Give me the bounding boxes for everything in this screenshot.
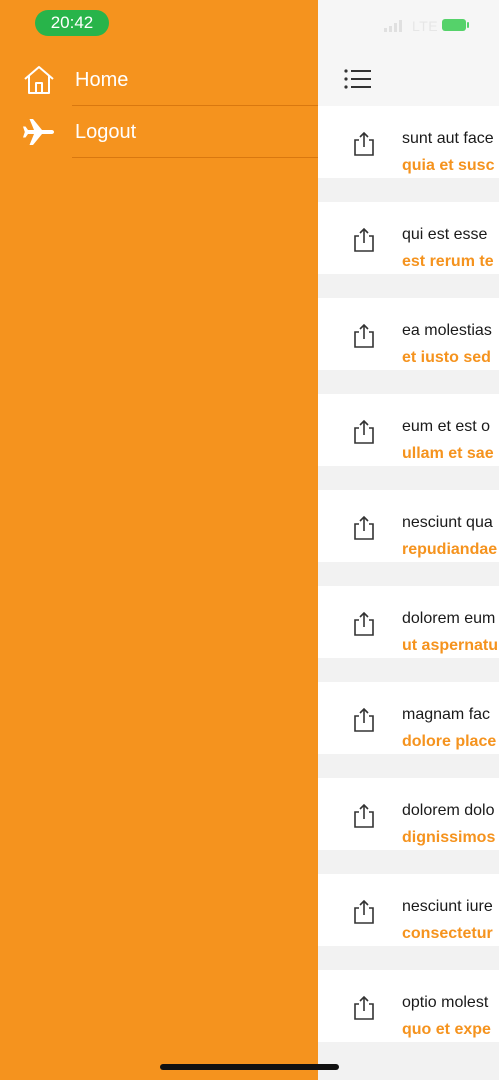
post-subtitle: dignissimos (402, 829, 496, 846)
post-subtitle: ullam et sae (402, 445, 494, 462)
post-title: sunt aut face (402, 130, 494, 147)
post-subtitle: consectetur (402, 925, 493, 942)
list-item[interactable]: sunt aut face quia et susc (318, 106, 499, 178)
battery-icon (442, 19, 469, 31)
post-title: optio molest (402, 994, 489, 1011)
post-subtitle: repudiandae (402, 541, 498, 558)
share-icon[interactable] (352, 227, 376, 253)
share-icon[interactable] (352, 995, 376, 1021)
post-subtitle: quia et susc (402, 157, 495, 174)
share-icon[interactable] (352, 803, 376, 829)
home-icon (24, 66, 54, 94)
signal-icon (384, 20, 402, 32)
airplane-icon (23, 119, 54, 145)
header (318, 40, 499, 106)
status-time: 20:42 (35, 10, 109, 36)
list-item[interactable]: ea molestias et iusto sed (318, 298, 499, 370)
post-title: eum et est o (402, 418, 491, 435)
post-list: sunt aut face quia et susc qui est esse … (318, 106, 499, 1066)
drawer-item-logout[interactable]: Logout (0, 106, 318, 158)
drawer-item-label: Home (75, 69, 129, 91)
list-item[interactable]: dolorem dolo dignissimos (318, 778, 499, 850)
list-item[interactable]: eum et est o ullam et sae (318, 394, 499, 466)
share-icon[interactable] (352, 323, 376, 349)
post-title: nesciunt iure (402, 898, 493, 915)
divider (72, 157, 318, 158)
home-indicator[interactable] (160, 1064, 339, 1070)
drawer-item-home[interactable]: Home (0, 54, 318, 106)
post-subtitle: dolore place (402, 733, 497, 750)
post-subtitle: quo et expe (402, 1021, 491, 1038)
list-item[interactable]: nesciunt qua repudiandae (318, 490, 499, 562)
list-item[interactable]: optio molest quo et expe (318, 970, 499, 1042)
main-content: LTE sunt aut face quia et susc qui est e… (318, 0, 499, 1080)
share-icon[interactable] (352, 515, 376, 541)
post-subtitle: et iusto sed (402, 349, 491, 366)
post-subtitle: ut aspernatu (402, 637, 499, 654)
post-title: nesciunt qua (402, 514, 493, 531)
post-title: ea molestias (402, 322, 492, 339)
share-icon[interactable] (352, 899, 376, 925)
share-icon[interactable] (352, 131, 376, 157)
share-icon[interactable] (352, 611, 376, 637)
post-title: dolorem dolo (402, 802, 495, 819)
post-title: qui est esse (402, 226, 488, 243)
share-icon[interactable] (352, 707, 376, 733)
share-icon[interactable] (352, 419, 376, 445)
post-subtitle: est rerum te (402, 253, 494, 270)
network-label: LTE (412, 18, 439, 34)
list-item[interactable]: nesciunt iure consectetur (318, 874, 499, 946)
navigation-drawer: 20:42 Home Logout (0, 0, 318, 1080)
list-item[interactable]: qui est esse est rerum te (318, 202, 499, 274)
post-title: dolorem eum (402, 610, 496, 627)
post-title: magnam fac (402, 706, 491, 723)
list-item[interactable]: dolorem eum ut aspernatu (318, 586, 499, 658)
list-item[interactable]: magnam fac dolore place (318, 682, 499, 754)
status-bar: LTE (318, 0, 499, 41)
list-menu-icon[interactable] (344, 68, 372, 90)
drawer-item-label: Logout (75, 121, 137, 143)
